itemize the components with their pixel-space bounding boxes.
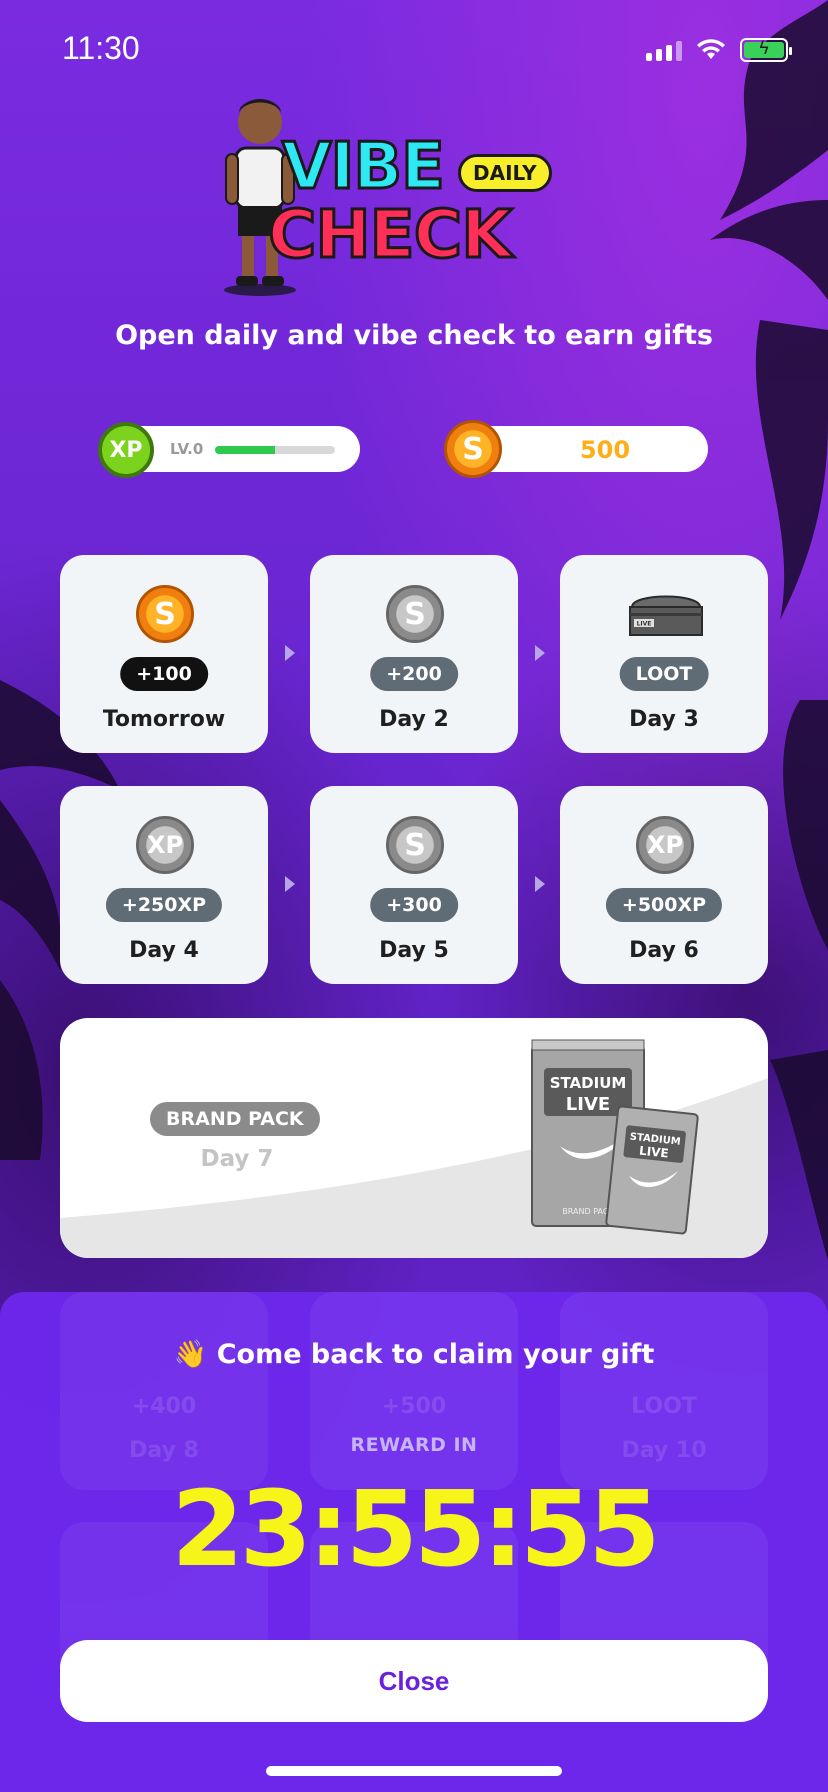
- xp-progress-bar: [215, 446, 335, 454]
- reward-badge: +400: [131, 1394, 197, 1419]
- reward-badge: +500XP: [605, 888, 723, 922]
- brand-pack-icon: STADIUM LIVE BRAND PACK STADIUM LIVE: [531, 1039, 699, 1235]
- status-bar: 11:30 ϟ: [0, 0, 828, 100]
- logo-title-check: CHECK: [266, 195, 513, 275]
- chevron-right-icon: [535, 876, 545, 892]
- countdown-timer: 23:55:55: [171, 1468, 660, 1590]
- day-label: Day 7: [200, 1146, 274, 1172]
- day-label: Day 5: [379, 938, 449, 963]
- reward-in-label: REWARD IN: [350, 1434, 478, 1456]
- cellular-signal-icon: [646, 39, 682, 61]
- chevron-right-icon: [285, 645, 295, 661]
- day-card-day-2[interactable]: S +200 Day 2: [310, 555, 518, 753]
- close-button[interactable]: Close: [60, 1640, 768, 1722]
- reward-badge: +500: [381, 1394, 447, 1419]
- status-icons: ϟ: [646, 38, 792, 62]
- day-card-day-9: [310, 1292, 518, 1490]
- level-label: LV.0: [170, 440, 204, 458]
- claim-message-text: Come back to claim your gift: [216, 1339, 655, 1370]
- status-time: 11:30: [62, 30, 140, 66]
- day-card-day-4[interactable]: XP +250XP Day 4: [60, 786, 268, 984]
- coin-icon: S: [444, 420, 502, 478]
- reward-badge: +250XP: [105, 888, 223, 922]
- svg-text:STADIUM: STADIUM: [550, 1074, 627, 1092]
- day-card-day-5[interactable]: S +300 Day 5: [310, 786, 518, 984]
- coin-silver-icon: S: [386, 585, 444, 643]
- logo-daily-badge: DAILY: [458, 154, 552, 192]
- day-label: Day 6: [629, 938, 699, 963]
- reward-badge: +300: [370, 888, 458, 922]
- xp-badge-icon: XP: [98, 422, 154, 478]
- page-subtitle: Open daily and vibe check to earn gifts: [115, 320, 713, 351]
- coin-silver-icon: S: [386, 816, 444, 874]
- day-label: Day 2: [379, 707, 449, 732]
- reward-badge: BRAND PACK: [150, 1102, 320, 1136]
- svg-text:LIVE: LIVE: [637, 621, 652, 628]
- vibe-check-logo: VIBE CHECK DAILY: [220, 90, 570, 300]
- xp-coin-icon: XP: [636, 816, 694, 874]
- day-card-day-6[interactable]: XP +500XP Day 6: [560, 786, 768, 984]
- day-card-day-3[interactable]: LIVE LOOT Day 3: [560, 555, 768, 753]
- xp-coin-icon: XP: [136, 816, 194, 874]
- coin-balance-value: 500: [579, 436, 631, 464]
- home-indicator[interactable]: [266, 1766, 562, 1776]
- day-label: Tomorrow: [102, 707, 226, 732]
- svg-text:LIVE: LIVE: [566, 1094, 610, 1115]
- reward-badge: +200: [370, 657, 458, 691]
- chest-icon: LIVE: [629, 595, 703, 636]
- day-card-day-7[interactable]: BRAND PACK Day 7 STADIUM LIVE BRAND PACK…: [60, 1018, 768, 1258]
- waving-hand-icon: 👋: [173, 1339, 208, 1370]
- day-label: Day 3: [629, 707, 699, 732]
- wifi-icon: [697, 39, 725, 59]
- reward-badge: LOOT: [619, 657, 709, 691]
- reward-badge: +100: [120, 657, 208, 691]
- claim-message: 👋 Come back to claim your gift: [0, 1338, 828, 1370]
- chevron-right-icon: [285, 876, 295, 892]
- logo-title-vibe: VIBE: [281, 129, 447, 206]
- reward-badge: LOOT: [631, 1394, 697, 1419]
- day-card-tomorrow[interactable]: S +100 Tomorrow: [60, 555, 268, 753]
- chevron-right-icon: [535, 645, 545, 661]
- day-label: Day 4: [129, 938, 199, 963]
- coin-gold-icon: S: [136, 585, 194, 643]
- battery-icon: ϟ: [740, 38, 792, 62]
